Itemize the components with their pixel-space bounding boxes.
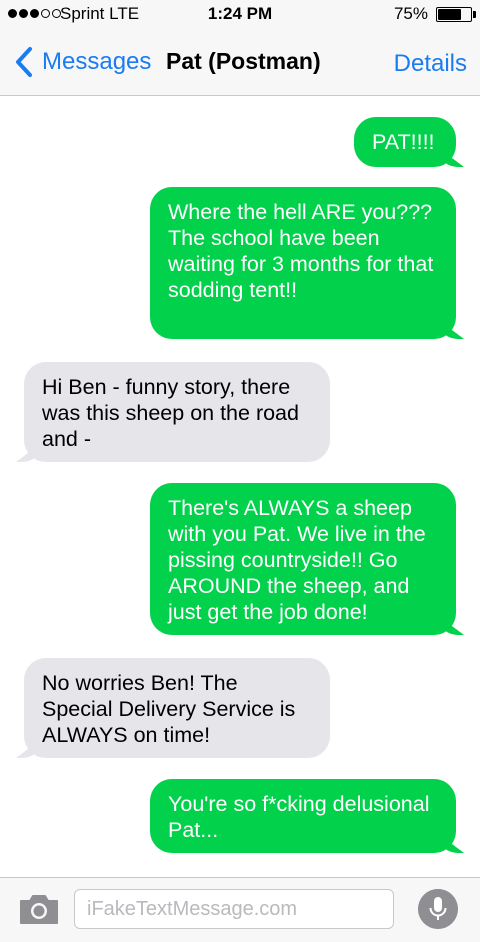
message-bubble-sent[interactable]: There's ALWAYS a sheep with you Pat. We … xyxy=(150,483,456,635)
compose-bar xyxy=(0,877,480,942)
message-bubble-received[interactable]: No worries Ben! The Special Delivery Ser… xyxy=(24,658,330,758)
status-bar: Sprint LTE 1:24 PM 75% xyxy=(0,0,480,28)
back-button-label: Messages xyxy=(42,48,152,75)
battery-tip xyxy=(473,11,476,18)
conversation-title: Pat (Postman) xyxy=(166,48,321,74)
microphone-icon[interactable] xyxy=(418,889,458,929)
nav-bar: Messages Pat (Postman) Details xyxy=(0,28,480,96)
details-button[interactable]: Details xyxy=(394,50,467,78)
battery-level xyxy=(438,9,461,20)
back-button[interactable]: Messages xyxy=(10,45,151,79)
chevron-left-icon xyxy=(16,47,32,77)
message-thread[interactable]: PAT!!!! Where the hell ARE you??? The sc… xyxy=(0,96,480,877)
message-bubble-received[interactable]: Hi Ben - funny story, there was this she… xyxy=(24,362,330,462)
message-input[interactable] xyxy=(74,889,394,929)
battery-icon xyxy=(436,7,472,22)
battery-percent: 75% xyxy=(393,4,428,23)
camera-icon[interactable] xyxy=(18,892,60,926)
message-bubble-sent[interactable]: PAT!!!! xyxy=(354,117,456,167)
message-bubble-sent[interactable]: Where the hell ARE you??? The school hav… xyxy=(150,187,456,339)
message-bubble-sent[interactable]: You're so f*cking delusional Pat... xyxy=(150,779,456,853)
